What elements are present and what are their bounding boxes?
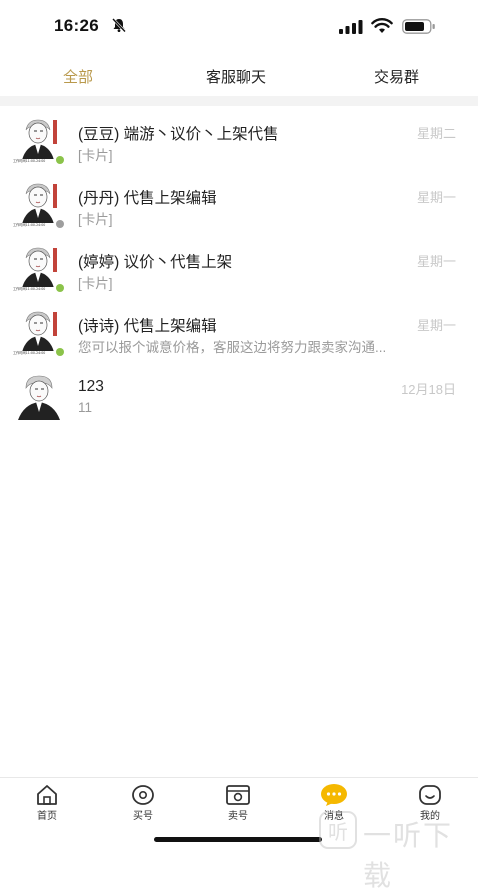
user-avatar: [12, 372, 66, 422]
conversation-time: 12月18日: [401, 382, 456, 397]
conversation-time: 星期二: [416, 126, 456, 141]
watermark: 听 一听下载: [318, 810, 478, 892]
conversation-title: (诗诗) 代售上架编辑: [78, 318, 217, 335]
conversation-item[interactable]: 工作时间11:00-24:00 (婷婷) 议价丶代售上架 [卡片] 星期一: [0, 234, 478, 298]
watermark-text: 一听下载: [363, 819, 454, 892]
conversation-preview: [卡片]: [78, 148, 113, 163]
conversation-title: (丹丹) 代售上架编辑: [78, 190, 217, 207]
conversation-title: 123: [78, 378, 104, 395]
conversation-preview: [卡片]: [78, 212, 113, 227]
tab-customer-service-chat[interactable]: 客服聊天: [206, 66, 266, 87]
home-icon: [37, 785, 57, 805]
conversation-preview: 11: [78, 400, 93, 415]
svg-text:工作时间11:00-24:00: 工作时间11:00-24:00: [13, 158, 45, 163]
svg-text:工作时间11:00-24:00: 工作时间11:00-24:00: [13, 286, 45, 291]
nav-buy-label: 买号: [133, 811, 153, 822]
nav-buy[interactable]: 买号: [113, 784, 173, 822]
nav-home-label: 首页: [37, 811, 57, 822]
status-time: 16:26: [54, 16, 99, 35]
section-divider: [0, 96, 478, 106]
nav-sell-label: 卖号: [228, 811, 248, 822]
agent-avatar: 工作时间11:00-24:00: [12, 116, 66, 166]
message-icon: [321, 784, 347, 806]
agent-avatar: 工作时间11:00-24:00: [12, 180, 66, 230]
home-indicator[interactable]: [154, 837, 322, 842]
agent-avatar: 工作时间11:00-24:00: [12, 244, 66, 294]
wifi-icon: [371, 18, 393, 33]
conversation-title: (豆豆) 端游丶议价丶上架代售: [78, 126, 279, 143]
tab-trade-group[interactable]: 交易群: [374, 66, 419, 87]
conversation-time: 星期一: [416, 254, 456, 269]
conversation-time: 星期一: [416, 318, 456, 333]
conversation-item[interactable]: 工作时间11:00-24:00 (丹丹) 代售上架编辑 [卡片] 星期一: [0, 170, 478, 234]
nav-sell[interactable]: 卖号: [208, 784, 268, 822]
tab-all[interactable]: 全部: [63, 66, 93, 87]
conversation-item[interactable]: 工作时间11:00-24:00 (豆豆) 端游丶议价丶上架代售 [卡片] 星期二: [0, 106, 478, 170]
conversation-preview: 您可以报个诚意价格，客服这边将努力跟卖家沟通...: [78, 340, 387, 355]
conversation-preview: [卡片]: [78, 276, 113, 291]
battery-icon: [402, 19, 435, 34]
conversation-item[interactable]: 工作时间11:00-24:00 (诗诗) 代售上架编辑 您可以报个诚意价格，客服…: [0, 298, 478, 362]
nav-home[interactable]: 首页: [17, 784, 77, 822]
sell-icon: [226, 785, 250, 805]
svg-text:工作时间11:00-24:00: 工作时间11:00-24:00: [13, 222, 45, 227]
svg-text:听: 听: [328, 820, 348, 844]
watermark-logo-icon: 听: [319, 811, 357, 849]
agent-avatar: 工作时间11:00-24:00: [12, 308, 66, 358]
cellular-signal-icon: [339, 20, 363, 34]
svg-text:工作时间11:00-24:00: 工作时间11:00-24:00: [13, 350, 45, 355]
conversation-item[interactable]: 123 11 12月18日: [0, 362, 478, 426]
conversation-tabs: 全部 客服聊天 交易群: [0, 52, 478, 96]
conversation-title: (婷婷) 议价丶代售上架: [78, 254, 233, 271]
conversation-time: 星期一: [416, 190, 456, 205]
profile-icon: [419, 785, 441, 805]
bell-muted-icon: [112, 18, 126, 33]
buy-icon: [132, 785, 154, 805]
status-bar: 16:26: [0, 0, 478, 52]
